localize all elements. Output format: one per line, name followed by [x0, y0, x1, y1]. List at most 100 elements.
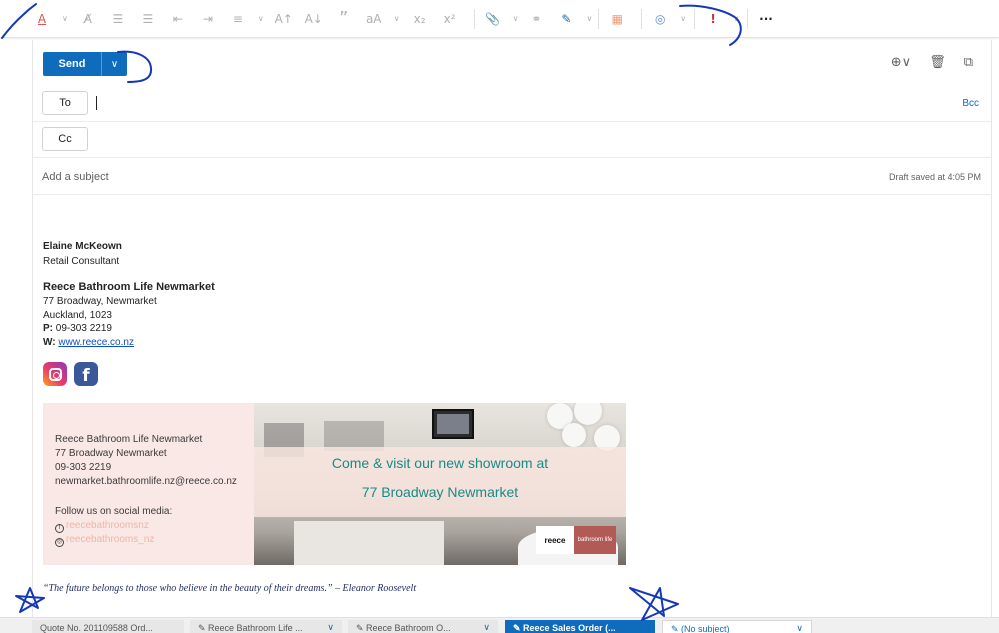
signature-address-line1: 77 Broadway, Newmarket	[43, 296, 157, 307]
banner-contact-panel: Reece Bathroom Life Newmarket 77 Broadwa…	[43, 403, 254, 565]
draft-tab-active[interactable]: ✎ Reece Sales Order (...	[505, 620, 655, 633]
banner-instagram[interactable]: ◎reecebathrooms_nz	[55, 534, 154, 547]
subject-input[interactable]: Add a subject	[42, 171, 109, 183]
superscript-icon[interactable]: x²	[438, 7, 462, 31]
web-label: W:	[43, 337, 56, 348]
draft-tab-label: ✎ (No subject)	[671, 624, 730, 633]
cc-row: Cc	[33, 122, 991, 158]
draft-tab-label: ✎ Reece Bathroom Life ...	[198, 623, 303, 633]
signature-address-line2: Auckland, 1023	[43, 310, 112, 321]
banner-phone: 09-303 2219	[55, 462, 111, 473]
zoom-icon[interactable]: ⊕∨	[891, 55, 911, 70]
showroom-tv	[432, 409, 474, 439]
to-row: To Bcc	[33, 86, 991, 122]
phone-label: P:	[43, 323, 53, 334]
facebook-small-icon: f	[55, 524, 64, 533]
draft-tab-label: Quote No. 201109588 Ord...	[40, 623, 153, 633]
draft-tab-label: ✎ Reece Sales Order (...	[513, 623, 616, 633]
compose-pane: Send ∨ ⊕∨ 🗑 ⧉ To Bcc Cc Add a subject Dr…	[32, 40, 992, 620]
signature-banner[interactable]: Reece Bathroom Life Newmarket 77 Broadwa…	[43, 403, 626, 565]
draft-tabs-bar: Quote No. 201109588 Ord... ✎ Reece Bathr…	[0, 617, 999, 633]
case-chevron-down-icon[interactable]: ∨	[394, 14, 400, 23]
instagram-icon[interactable]	[43, 362, 67, 386]
subscript-icon[interactable]: x₂	[408, 7, 432, 31]
bcc-link[interactable]: Bcc	[962, 98, 979, 109]
toolbar-divider	[641, 9, 642, 29]
compose-actions: ⊕∨ 🗑 ⧉	[891, 55, 973, 70]
draft-tab[interactable]: ✎ Reece Bathroom O... ∨	[348, 620, 498, 633]
importance-chevron-down-icon[interactable]: ∨	[733, 14, 739, 23]
decrease-indent-icon[interactable]: ⇤	[166, 7, 190, 31]
format-painter-icon[interactable]: A̸	[76, 7, 100, 31]
showroom-image: Come & visit our new showroom at 77 Broa…	[254, 403, 626, 565]
send-button[interactable]: Send	[43, 52, 101, 76]
numbering-icon[interactable]: ☰	[136, 7, 160, 31]
signature-chevron-down-icon[interactable]: ∨	[586, 14, 592, 23]
banner-headline-1: Come & visit our new showroom at	[254, 455, 626, 471]
toolbar-divider	[474, 9, 475, 29]
loop-chevron-down-icon[interactable]: ∨	[680, 14, 686, 23]
table-icon[interactable]: ▦	[605, 7, 629, 31]
font-color-chevron-down-icon[interactable]: ∨	[62, 14, 68, 23]
increase-indent-icon[interactable]: ⇥	[196, 7, 220, 31]
draft-tab[interactable]: Quote No. 201109588 Ord...	[32, 620, 184, 633]
attach-icon[interactable]: 📎	[481, 7, 505, 31]
banner-street: 77 Broadway Newmarket	[55, 448, 167, 459]
signature-icon[interactable]: ✎	[554, 7, 578, 31]
chevron-down-icon[interactable]: ∨	[483, 622, 490, 633]
quote-icon[interactable]: ”	[332, 7, 356, 31]
signature-phone: P: 09-303 2219	[43, 323, 112, 334]
toolbar-divider	[694, 9, 695, 29]
facebook-handle[interactable]: reecebathroomsnz	[66, 520, 149, 531]
chevron-down-icon[interactable]: ∨	[796, 623, 803, 633]
loop-icon[interactable]: ◎	[648, 7, 672, 31]
grow-font-icon[interactable]: A↑	[272, 7, 296, 31]
subject-row[interactable]: Add a subject Draft saved at 4:05 PM	[33, 159, 991, 195]
bullets-icon[interactable]: ☰	[106, 7, 130, 31]
shrink-font-icon[interactable]: A↓	[302, 7, 326, 31]
banner-store: Reece Bathroom Life Newmarket	[55, 434, 202, 445]
toolbar-divider	[747, 9, 748, 29]
banner-email: newmarket.bathroomlife.nz@reece.co.nz	[55, 476, 237, 487]
signature-quote: “The future belongs to those who believe…	[43, 583, 416, 594]
align-icon[interactable]: ≡	[226, 7, 250, 31]
font-color-icon[interactable]: A	[30, 7, 54, 31]
cc-button[interactable]: Cc	[42, 127, 88, 151]
importance-icon[interactable]: !	[701, 7, 725, 31]
website-link[interactable]: www.reece.co.nz	[58, 337, 134, 348]
chevron-down-icon[interactable]: ∨	[327, 622, 334, 633]
draft-status: Draft saved at 4:05 PM	[889, 172, 981, 182]
send-button-group: Send ∨	[43, 52, 127, 76]
facebook-icon[interactable]: f	[74, 362, 98, 386]
draft-tab-label: ✎ Reece Bathroom O...	[356, 623, 451, 633]
pendant-lamp	[562, 423, 586, 447]
banner-follow: Follow us on social media:	[55, 506, 172, 517]
draft-tab[interactable]: ✎ (No subject) ∨	[662, 620, 812, 633]
attach-chevron-down-icon[interactable]: ∨	[513, 14, 519, 23]
to-input-caret[interactable]	[96, 96, 97, 110]
pendant-lamp	[574, 403, 602, 425]
align-chevron-down-icon[interactable]: ∨	[258, 14, 264, 23]
more-options-icon[interactable]: ···	[754, 7, 778, 31]
instagram-small-icon: ◎	[55, 538, 64, 547]
link-icon[interactable]: ⚭	[524, 7, 548, 31]
outlook-compose-window: A ∨ A̸ ☰ ☰ ⇤ ⇥ ≡ ∨ A↑ A↓ ” aA ∨ x₂ x² 📎 …	[0, 0, 999, 633]
format-toolbar: A ∨ A̸ ☰ ☰ ⇤ ⇥ ≡ ∨ A↑ A↓ ” aA ∨ x₂ x² 📎 …	[0, 0, 999, 38]
banner-headline-2: 77 Broadway Newmarket	[254, 484, 626, 500]
draft-tab[interactable]: ✎ Reece Bathroom Life ... ∨	[190, 620, 342, 633]
send-options-chevron-down-icon[interactable]: ∨	[101, 52, 127, 76]
popout-icon[interactable]: ⧉	[964, 55, 973, 70]
bathroom-life-logo-text: bathroom life	[574, 526, 616, 554]
change-case-icon[interactable]: aA	[362, 7, 386, 31]
signature-name: Elaine McKeown	[43, 241, 122, 252]
reece-logo: reece bathroom life	[536, 526, 616, 554]
phone-value: 09-303 2219	[56, 323, 112, 334]
to-button[interactable]: To	[42, 91, 88, 115]
signature-title: Retail Consultant	[43, 256, 119, 267]
discard-icon[interactable]: 🗑	[929, 55, 946, 70]
instagram-handle[interactable]: reecebathrooms_nz	[66, 534, 154, 545]
banner-facebook[interactable]: freecebathroomsnz	[55, 520, 149, 533]
toolbar-divider	[598, 9, 599, 29]
social-icons: f	[43, 362, 98, 386]
signature-web: W: www.reece.co.nz	[43, 337, 134, 348]
